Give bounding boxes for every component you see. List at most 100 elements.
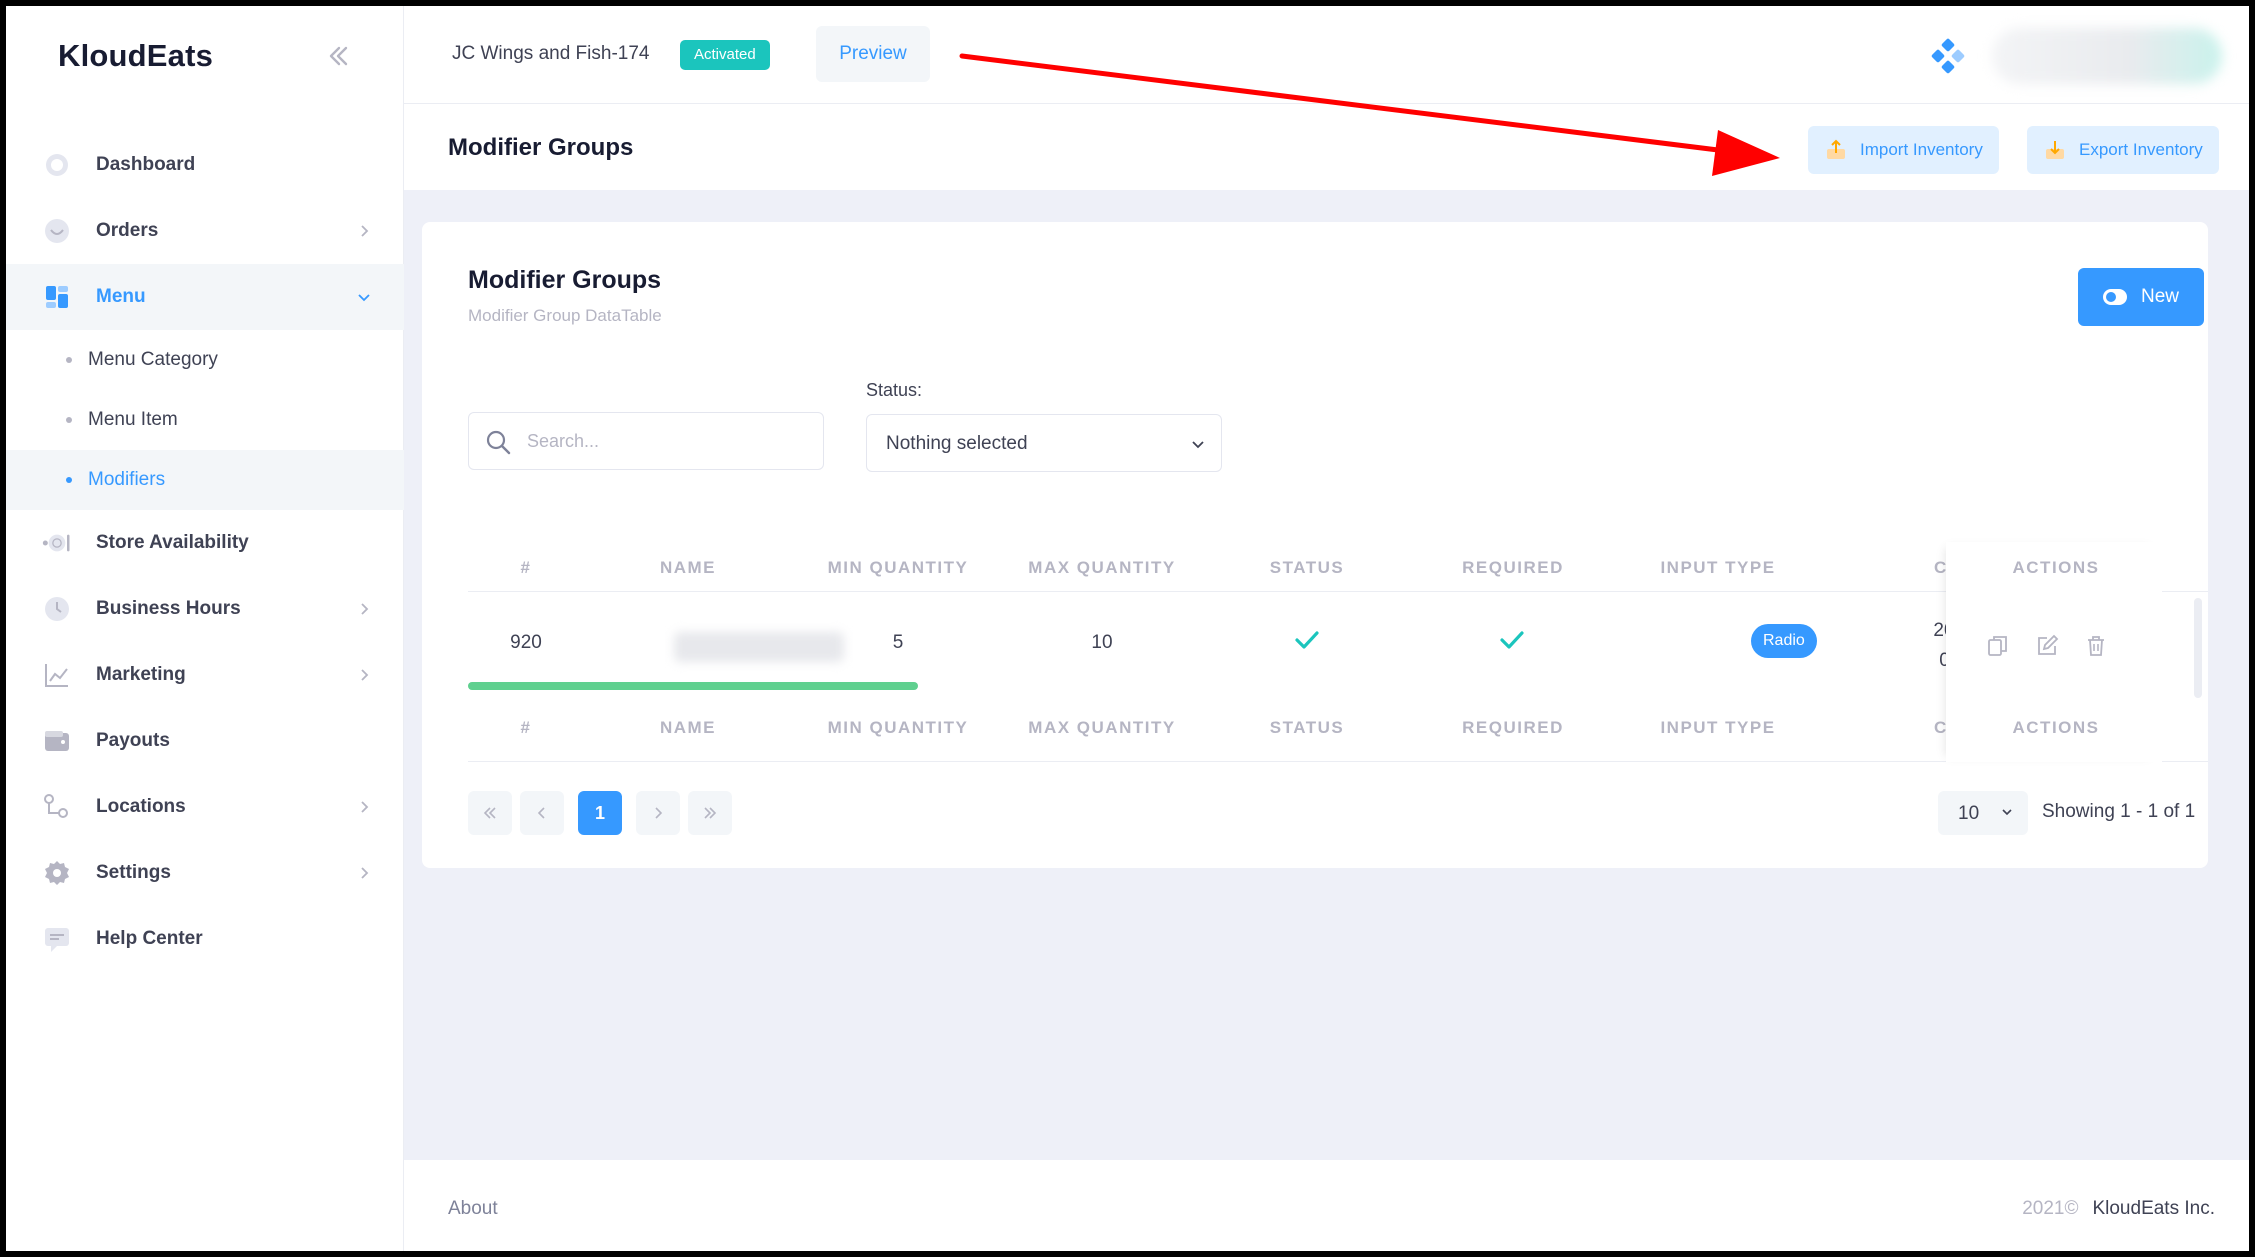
upload-icon bbox=[1824, 138, 1848, 162]
sidebar-item-orders[interactable]: Orders bbox=[6, 198, 404, 264]
card-subtitle: Modifier Group DataTable bbox=[468, 306, 662, 325]
page-footer: About 2021© KloudEats Inc. bbox=[404, 1160, 2249, 1251]
prev-page-button[interactable] bbox=[520, 791, 564, 835]
sidebar-item-label: Marketing bbox=[96, 664, 186, 685]
page-size-select[interactable]: 10 bbox=[1938, 791, 2028, 835]
search-icon bbox=[486, 430, 511, 455]
sidebar-subitem-menu-category[interactable]: Menu Category bbox=[6, 330, 404, 390]
sidebar-item-help-center[interactable]: Help Center bbox=[6, 906, 404, 972]
menu-icon bbox=[42, 282, 72, 312]
search-input[interactable] bbox=[527, 413, 807, 469]
column-footer-max-quantity: MAX QUANTITY bbox=[1028, 718, 1176, 737]
sidebar-item-label: Orders bbox=[96, 220, 159, 241]
chevron-down-icon bbox=[2002, 809, 2012, 816]
bullet-icon bbox=[66, 357, 72, 363]
last-page-button[interactable] bbox=[688, 791, 732, 835]
store-availability-icon bbox=[42, 528, 72, 558]
column-footer-id: # bbox=[520, 718, 532, 737]
sidebar-item-label: Store Availability bbox=[96, 532, 249, 553]
chevron-down-icon bbox=[358, 294, 370, 302]
sidebar-item-label: Business Hours bbox=[96, 598, 241, 619]
top-header: JC Wings and Fish-174 Activated Preview bbox=[404, 6, 2249, 104]
column-header-id[interactable]: # bbox=[498, 558, 554, 578]
column-header-name[interactable]: NAME bbox=[608, 558, 768, 578]
app-logo-icon[interactable] bbox=[1930, 38, 1966, 74]
sidebar-item-label: Help Center bbox=[96, 928, 203, 949]
store-name: JC Wings and Fish-174 bbox=[452, 43, 650, 64]
double-chevron-left-icon bbox=[329, 46, 348, 66]
edit-icon[interactable] bbox=[2035, 634, 2059, 658]
sidebar-item-label: Dashboard bbox=[96, 154, 196, 175]
sidebar-item-marketing[interactable]: Marketing bbox=[6, 642, 404, 708]
column-footer-actions: ACTIONS bbox=[2012, 718, 2100, 737]
page-title: Modifier Groups bbox=[448, 134, 634, 161]
cell-id: 920 bbox=[510, 632, 542, 653]
export-inventory-label: Export Inventory bbox=[2079, 140, 2203, 159]
company-link[interactable]: KloudEats Inc. bbox=[2092, 1198, 2215, 1219]
copyright: 2021© KloudEats Inc. bbox=[2022, 1198, 2215, 1220]
sidebar-collapse-button[interactable] bbox=[320, 38, 356, 74]
about-link[interactable]: About bbox=[448, 1198, 498, 1220]
chart-line-icon bbox=[42, 660, 72, 690]
sidebar-item-label: Payouts bbox=[96, 730, 170, 751]
double-chevron-right-icon bbox=[704, 807, 717, 819]
column-footer-required: REQUIRED bbox=[1462, 718, 1564, 737]
status-filter-select[interactable]: Nothing selected bbox=[866, 414, 1222, 472]
column-header-input-type[interactable]: INPUT TYPE bbox=[1628, 558, 1808, 578]
column-header-min-quantity[interactable]: MIN QUANTITY bbox=[798, 558, 998, 578]
status-filter-label: Status: bbox=[866, 380, 923, 400]
sidebar-item-business-hours[interactable]: Business Hours bbox=[6, 576, 404, 642]
chevron-right-icon bbox=[361, 669, 369, 681]
sidebar: KloudEats Dashboard Orders Menu Menu Cat… bbox=[6, 6, 404, 1251]
cell-max-quantity: 10 bbox=[1091, 632, 1113, 653]
sidebar-item-dashboard[interactable]: Dashboard bbox=[6, 132, 404, 198]
trash-icon[interactable] bbox=[2084, 634, 2108, 658]
new-modifier-group-button[interactable]: New bbox=[2078, 268, 2204, 326]
sidebar-item-payouts[interactable]: Payouts bbox=[6, 708, 404, 774]
sidebar-item-locations[interactable]: Locations bbox=[6, 774, 404, 840]
sidebar-item-settings[interactable]: Settings bbox=[6, 840, 404, 906]
store-status-badge: Activated bbox=[680, 40, 770, 70]
chat-icon bbox=[42, 924, 72, 954]
bullet-icon bbox=[66, 477, 72, 483]
page-number-button[interactable]: 1 bbox=[578, 791, 622, 835]
download-icon bbox=[2043, 138, 2067, 162]
sidebar-subitem-modifiers[interactable]: Modifiers bbox=[6, 450, 404, 510]
status-check-icon bbox=[1295, 631, 1319, 649]
chevron-right-icon bbox=[361, 867, 369, 879]
chevron-right-icon bbox=[361, 801, 369, 813]
next-page-button[interactable] bbox=[636, 791, 680, 835]
column-header-status[interactable]: STATUS bbox=[1232, 558, 1382, 578]
horizontal-scrollbar[interactable] bbox=[468, 682, 918, 690]
actions-column: ACTIONS ACTIONS bbox=[1946, 542, 2162, 762]
preview-button[interactable]: Preview bbox=[816, 26, 930, 82]
pagination: 1 bbox=[468, 791, 732, 835]
import-inventory-label: Import Inventory bbox=[1860, 140, 1983, 159]
app-frame: KloudEats Dashboard Orders Menu Menu Cat… bbox=[6, 6, 2249, 1251]
toggle-icon bbox=[2102, 289, 2127, 305]
cell-min-quantity: 5 bbox=[892, 632, 904, 653]
column-header-actions: ACTIONS bbox=[2012, 558, 2100, 577]
new-button-label: New bbox=[2140, 286, 2179, 307]
sidebar-subitem-label: Modifiers bbox=[88, 469, 166, 490]
sidebar-item-menu[interactable]: Menu bbox=[6, 264, 404, 330]
chevron-right-icon bbox=[361, 225, 369, 237]
column-footer-min-quantity: MIN QUANTITY bbox=[827, 718, 969, 737]
input-type-badge: Radio bbox=[1751, 624, 1817, 658]
column-footer-status: STATUS bbox=[1269, 718, 1345, 737]
column-header-required[interactable]: REQUIRED bbox=[1428, 558, 1598, 578]
export-inventory-button[interactable]: Export Inventory bbox=[2027, 126, 2219, 174]
vertical-scrollbar[interactable] bbox=[2194, 598, 2202, 698]
brand-logo[interactable]: KloudEats bbox=[58, 38, 213, 74]
sidebar-item-store-availability[interactable]: Store Availability bbox=[6, 510, 404, 576]
copy-icon[interactable] bbox=[1986, 634, 2010, 658]
import-inventory-button[interactable]: Import Inventory bbox=[1808, 126, 1999, 174]
sidebar-subitem-menu-item[interactable]: Menu Item bbox=[6, 390, 404, 450]
modifier-groups-card: Modifier Groups Modifier Group DataTable… bbox=[422, 222, 2208, 868]
page-size-value: 10 bbox=[1958, 803, 1980, 824]
bullet-icon bbox=[66, 417, 72, 423]
user-profile-menu[interactable] bbox=[1992, 28, 2222, 84]
column-header-max-quantity[interactable]: MAX QUANTITY bbox=[1002, 558, 1202, 578]
chevron-right-icon bbox=[361, 603, 369, 615]
first-page-button[interactable] bbox=[468, 791, 512, 835]
